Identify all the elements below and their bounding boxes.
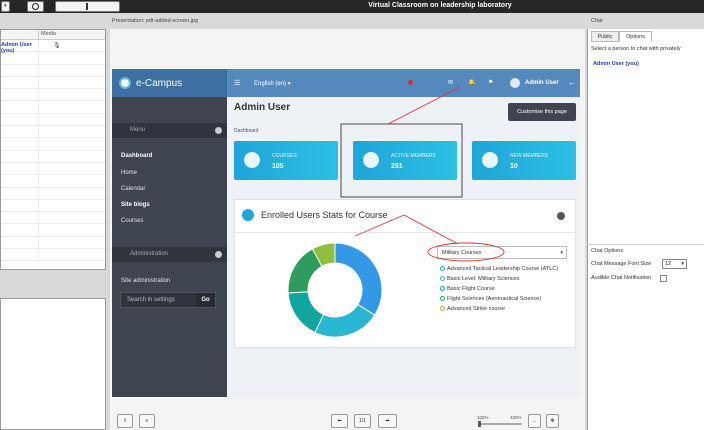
zoom-min-label: 100% bbox=[477, 415, 489, 420]
page-indicator[interactable]: 1/1 bbox=[354, 414, 371, 428]
upload-button[interactable]: ⇪ bbox=[117, 414, 133, 428]
fit-width-button[interactable]: ↔ bbox=[528, 414, 541, 428]
chat-options-title: Chat Options bbox=[591, 248, 624, 254]
arrow-right-icon: ➡ bbox=[385, 418, 390, 424]
previous-page-button[interactable]: ⬅ bbox=[331, 414, 348, 428]
chat-user-item[interactable]: Admin User (you) bbox=[593, 61, 639, 67]
tab-public[interactable]: Public bbox=[591, 31, 619, 42]
menu-icon: ≡ bbox=[145, 418, 149, 424]
notification-label: Audible Chat Notification bbox=[591, 275, 652, 281]
font-size-label: Chat Message Font Size bbox=[591, 261, 652, 267]
chat-divider bbox=[587, 244, 704, 245]
font-size-value: 12 bbox=[665, 261, 672, 267]
annotation-line bbox=[387, 86, 461, 125]
move-icon: ✥ bbox=[550, 418, 555, 424]
annotation-ellipse bbox=[427, 242, 505, 262]
highlight-box bbox=[340, 123, 463, 198]
chat-label: Chat bbox=[591, 18, 603, 24]
zoom-thumb-icon[interactable] bbox=[478, 421, 481, 427]
zoom-max-label: 400% bbox=[510, 415, 522, 420]
layout-button[interactable]: ≡ bbox=[139, 414, 155, 428]
fit-page-button[interactable]: ✥ bbox=[546, 414, 559, 428]
font-size-select[interactable]: 12 ▾ bbox=[662, 259, 687, 269]
upload-icon: ⇪ bbox=[122, 418, 128, 424]
chat-panel bbox=[587, 29, 704, 430]
next-page-button[interactable]: ➡ bbox=[378, 414, 397, 428]
annotation-line bbox=[354, 214, 459, 245]
chat-instruction: Select a person to chat with privately bbox=[591, 46, 681, 52]
arrow-left-icon: ⬅ bbox=[337, 418, 342, 424]
tab-options[interactable]: Options bbox=[619, 31, 652, 42]
zoom-slider[interactable] bbox=[478, 421, 522, 427]
fit-width-icon: ↔ bbox=[532, 418, 537, 424]
notification-checkbox[interactable] bbox=[660, 275, 667, 282]
caret-down-icon: ▾ bbox=[681, 261, 684, 267]
